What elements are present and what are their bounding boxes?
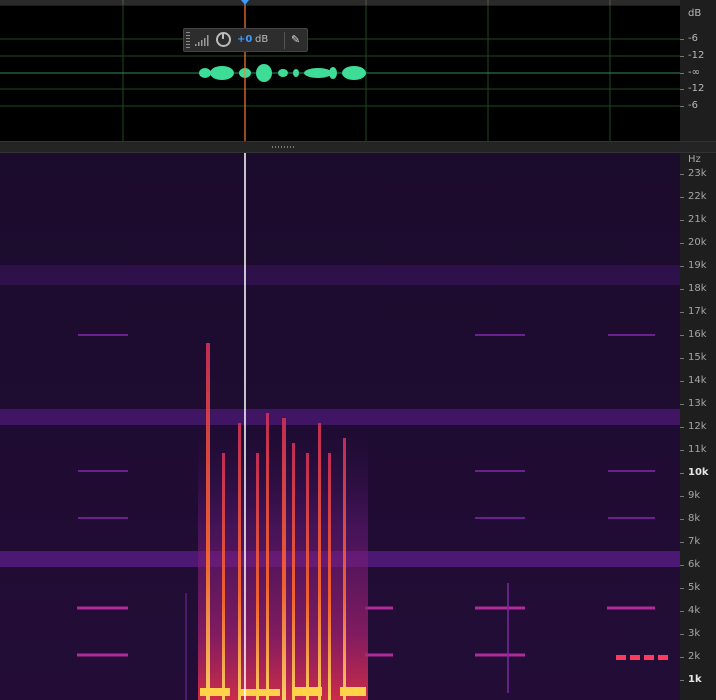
hz-label: 11k (688, 444, 707, 455)
db-tick (680, 89, 684, 90)
hz-label: 13k (688, 398, 707, 409)
hz-label: 12k (688, 421, 707, 432)
level-meter-icon (195, 35, 209, 46)
hz-label: 16k (688, 329, 707, 340)
db-tick (680, 73, 684, 74)
db-label: -12 (688, 83, 705, 94)
db-label: -6 (688, 33, 698, 44)
hz-label: 15k (688, 352, 707, 363)
db-unit-label: dB (688, 8, 702, 19)
hz-label: 18k (688, 283, 707, 294)
db-label: -6 (688, 100, 698, 111)
db-label: -12 (688, 50, 705, 61)
gain-unit: dB (255, 34, 269, 45)
hz-label: 21k (688, 214, 707, 225)
db-tick (680, 39, 684, 40)
hz-label-highlighted: 10k (688, 467, 709, 478)
db-tick (680, 56, 684, 57)
gain-hud[interactable]: +0 dB ✎ (183, 28, 308, 52)
divider (284, 32, 285, 49)
hz-label: 2k (688, 651, 701, 662)
hz-label: 4k (688, 605, 701, 616)
spectrogram-panel[interactable] (0, 153, 680, 700)
hz-label: 9k (688, 490, 701, 501)
hz-label: 5k (688, 582, 701, 593)
hz-label: 7k (688, 536, 701, 547)
hz-label: 3k (688, 628, 701, 639)
splitter-grip-icon[interactable] (272, 146, 294, 148)
panel-splitter[interactable] (0, 141, 716, 153)
pin-icon[interactable]: ✎ (291, 33, 300, 46)
hz-ruler: Hz 23k 22k 21k 20k 19k 18k 17k 16k 15k 1… (680, 153, 716, 700)
hz-label: 17k (688, 306, 707, 317)
db-tick (680, 106, 684, 107)
gain-value[interactable]: +0 (237, 34, 252, 45)
volume-knob-icon[interactable] (216, 32, 231, 47)
db-label: -∞ (688, 67, 700, 78)
hz-label: 6k (688, 559, 701, 570)
hz-label: 14k (688, 375, 707, 386)
hz-unit-label: Hz (688, 154, 701, 165)
grip-icon[interactable] (186, 32, 190, 48)
waveform-canvas[interactable] (0, 0, 680, 141)
hz-label: 19k (688, 260, 707, 271)
hz-label: 22k (688, 191, 707, 202)
spectrogram-canvas[interactable] (0, 153, 680, 700)
audio-editor-view: +0 dB ✎ dB -6 -12 -∞ -12 -6 Hz 23k 22k 2… (0, 0, 716, 700)
hz-label: 8k (688, 513, 701, 524)
hz-label: 1k (688, 674, 702, 685)
waveform-panel[interactable]: +0 dB ✎ (0, 0, 681, 141)
db-ruler: dB -6 -12 -∞ -12 -6 (680, 0, 716, 141)
hz-label: 20k (688, 237, 707, 248)
hz-label: 23k (688, 168, 707, 179)
